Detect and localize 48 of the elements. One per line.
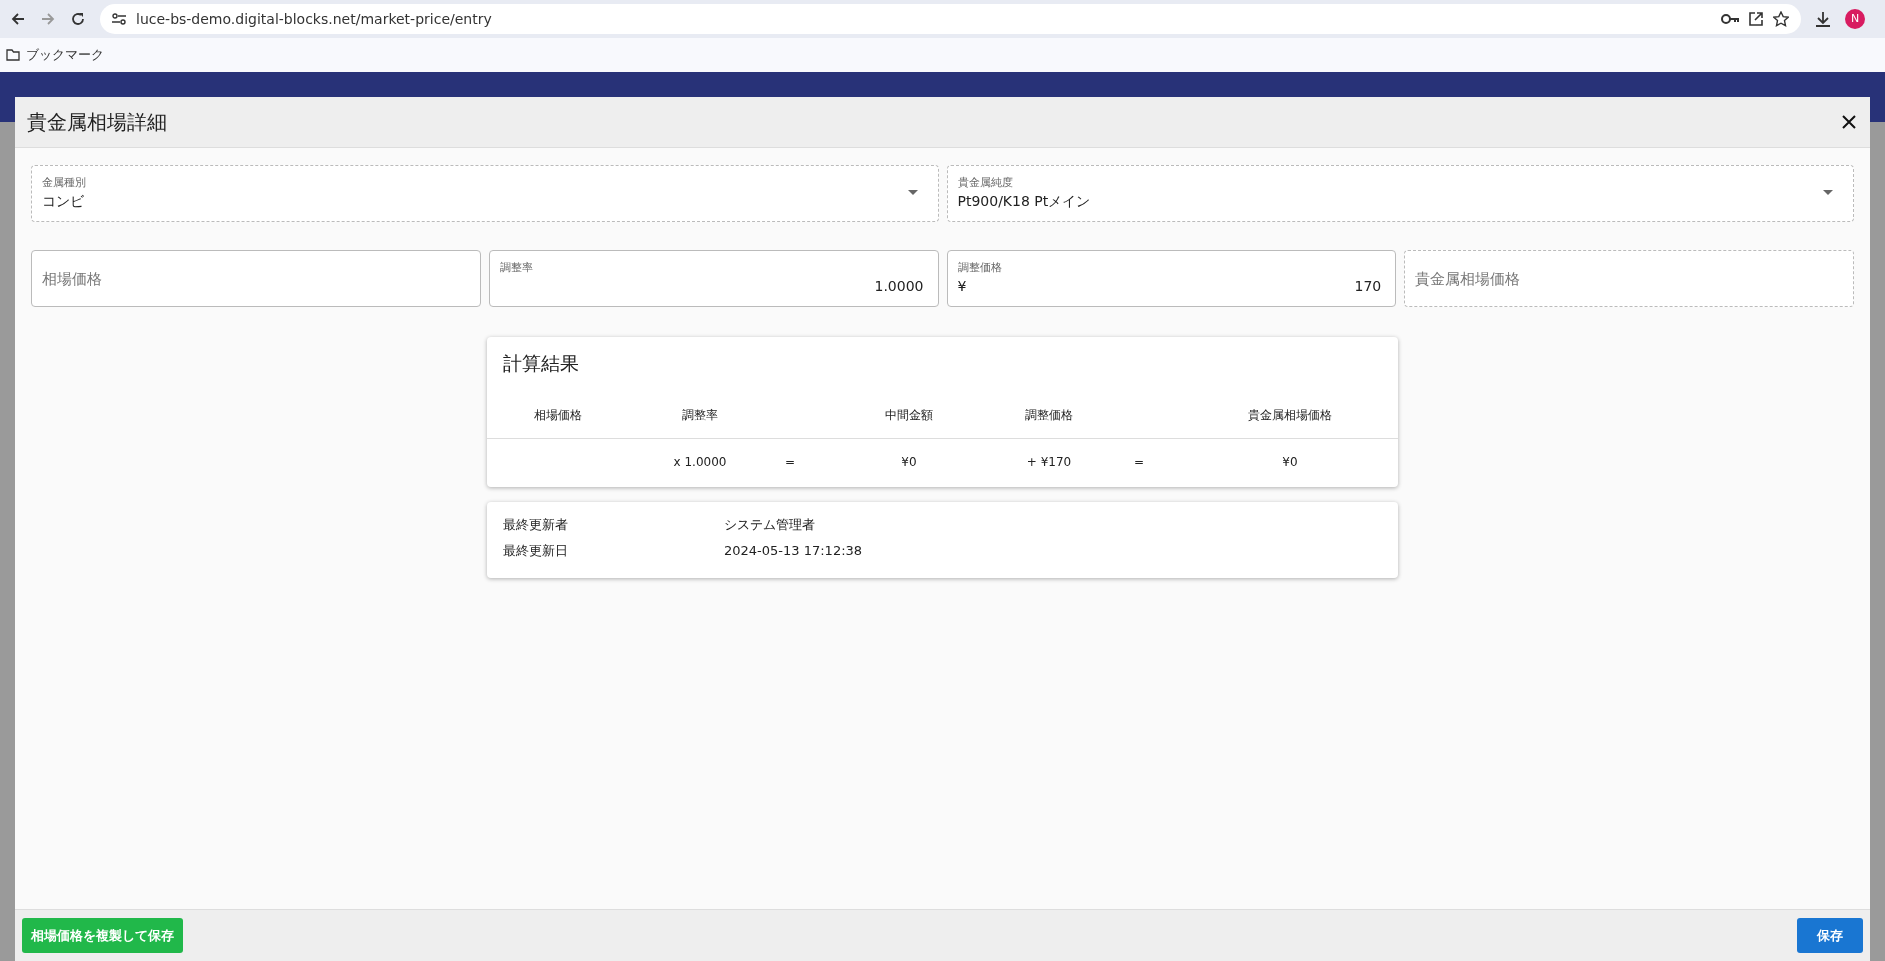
- input-field[interactable]: 相場価格: [31, 250, 481, 307]
- table-cell-text: =: [783, 453, 797, 471]
- column-header: 調整価格: [1024, 406, 1074, 424]
- profile-avatar[interactable]: N: [1845, 9, 1865, 29]
- field-value: 1.0000: [874, 277, 924, 297]
- select-field[interactable]: 金属種別 コンビ: [31, 165, 939, 222]
- input-field[interactable]: 調整率 1.0000: [488, 250, 939, 307]
- table-cell-text: + ¥170: [1025, 453, 1073, 471]
- column-header: 中間金額: [884, 406, 934, 424]
- reload-icon[interactable]: [70, 11, 86, 27]
- column-header: 相場価格: [533, 406, 583, 424]
- table-cell-text: ¥0: [1281, 453, 1299, 471]
- table-cell-text: =: [1132, 453, 1146, 471]
- close-icon[interactable]: [1842, 115, 1856, 129]
- back-icon[interactable]: [10, 11, 26, 27]
- star-icon[interactable]: [1773, 11, 1789, 27]
- field-value: 170: [1354, 277, 1382, 297]
- bookmark-folder[interactable]: ブックマーク: [26, 45, 104, 65]
- field-value: コンビ: [42, 192, 84, 212]
- info-label: 最終更新日: [503, 542, 569, 560]
- column-header: 貴金属相場価格: [1247, 406, 1333, 424]
- dropdown-caret-icon: [907, 190, 918, 195]
- currency-prefix: ¥: [957, 277, 967, 297]
- info-value: システム管理者: [724, 515, 815, 534]
- dropdown-caret-icon: [1823, 190, 1833, 195]
- url-text: luce-bs-demo.digital-blocks.net/market-price/entry: [136, 9, 492, 29]
- info-value: 2024-05-13 17:12:38: [724, 542, 863, 560]
- table-cell-text: x 1.0000: [672, 453, 728, 471]
- field-label: 調整価格: [957, 259, 1003, 276]
- input-field[interactable]: 貴金属相場価格: [1404, 250, 1854, 307]
- info-label: 最終更新者: [503, 515, 569, 534]
- input-field[interactable]: 調整価格 ¥ 170: [946, 250, 1397, 307]
- folder-icon: [6, 49, 20, 61]
- download-icon[interactable]: [1815, 11, 1831, 27]
- card-title: 計算結果: [502, 351, 580, 376]
- table-cell-text: ¥0: [900, 453, 918, 471]
- select-field[interactable]: 貴金属純度 Pt900/K18 Ptメイン: [946, 165, 1854, 222]
- field-label: 調整率: [499, 259, 534, 276]
- site-settings-icon[interactable]: [112, 13, 126, 25]
- open-external-icon[interactable]: [1749, 12, 1763, 26]
- save-button[interactable]: 保存: [1797, 917, 1863, 954]
- address-bar[interactable]: luce-bs-demo.digital-blocks.net/market-price/entry: [100, 4, 1801, 34]
- field-label: 金属種別: [42, 174, 87, 191]
- field-value: Pt900/K18 Ptメイン: [957, 192, 1091, 212]
- column-header: 調整率: [681, 406, 719, 424]
- field-label: 貴金属純度: [957, 174, 1014, 191]
- key-icon[interactable]: [1721, 13, 1739, 25]
- dialog-title: 貴金属相場詳細: [27, 110, 167, 134]
